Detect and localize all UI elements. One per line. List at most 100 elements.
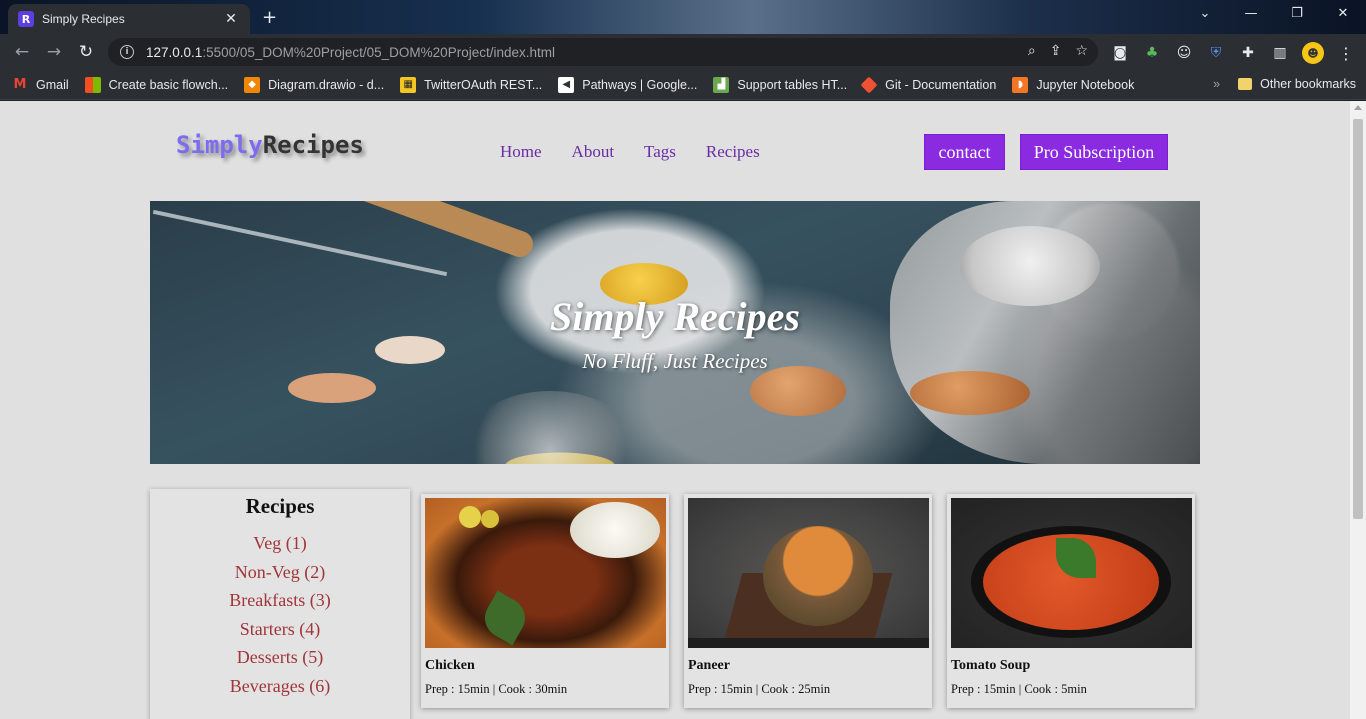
folder-icon [1238, 78, 1253, 90]
whisk-shape [152, 209, 448, 277]
restore-icon[interactable]: ❐ [1282, 6, 1312, 21]
recipe-name: Tomato Soup [951, 658, 1031, 673]
profile-avatar[interactable]: ☻ [1302, 42, 1324, 64]
new-tab-icon[interactable]: + [262, 7, 277, 28]
browser-tab[interactable]: R Simply Recipes ✕ [8, 4, 250, 34]
category-starters[interactable]: Starters (4) [150, 615, 410, 644]
close-tab-icon[interactable]: ✕ [222, 11, 240, 27]
microsoft-icon [84, 76, 101, 93]
caniuse-icon: ▟ [713, 76, 730, 93]
back-icon[interactable]: ← [6, 42, 38, 62]
hero-title: Simply Recipes [550, 294, 800, 339]
recipe-name: Chicken [425, 658, 475, 673]
recipe-card-tomato-soup[interactable]: Tomato Soup Prep : 15min | Cook : 5min [947, 494, 1195, 708]
egg-shape [910, 371, 1030, 415]
nav-tags[interactable]: Tags [644, 142, 676, 162]
scrollbar-thumb[interactable] [1353, 119, 1363, 519]
recipe-name: Paneer [688, 658, 730, 673]
bookmark-label: Diagram.drawio - d... [268, 77, 385, 92]
address-bar[interactable]: i 127.0.0.1 :5500/05_DOM%20Project/05_DO… [108, 38, 1098, 66]
bookmark-twitteroauth[interactable]: ▦ TwitterOAuth REST... [400, 76, 543, 93]
logo-part-simply: Simply [176, 131, 263, 159]
category-desserts[interactable]: Desserts (5) [150, 643, 410, 672]
nav-about[interactable]: About [572, 142, 615, 162]
face-extension-icon[interactable]: ☺ [1174, 43, 1194, 63]
side-panel-icon[interactable]: ▥ [1270, 43, 1290, 63]
category-veg[interactable]: Veg (1) [150, 529, 410, 558]
page-viewport: SimplyRecipes Home About Tags Recipes co… [0, 101, 1350, 719]
hero-banner: Simply Recipes No Fluff, Just Recipes [150, 201, 1200, 464]
recipe-categories-sidebar: Recipes Veg (1) Non-Veg (2) Breakfasts (… [150, 489, 410, 719]
close-window-icon[interactable]: ✕ [1328, 6, 1358, 21]
paneer-photo [688, 498, 929, 648]
bookmark-gmail[interactable]: M Gmail [12, 77, 69, 93]
bookmark-pathways[interactable]: ◀ Pathways | Google... [558, 76, 698, 93]
bookmark-support-tables[interactable]: ▟ Support tables HT... [713, 76, 848, 93]
category-beverages[interactable]: Beverages (6) [150, 672, 410, 701]
bookmarks-bar: M Gmail Create basic flowch... ◆ Diagram… [0, 70, 1366, 100]
scroll-up-icon[interactable] [1354, 105, 1362, 110]
bookmark-label: Jupyter Notebook [1036, 77, 1135, 92]
recipe-card-chicken[interactable]: Chicken Prep : 15min | Cook : 30min [421, 494, 669, 708]
site-logo[interactable]: SimplyRecipes [176, 131, 364, 159]
camera-extension-icon[interactable]: ◙ [1110, 43, 1130, 63]
tomato-soup-photo [951, 498, 1192, 648]
chicken-photo [425, 498, 666, 648]
egg-shell-shape [288, 373, 376, 403]
flour-bowl-shape [460, 391, 640, 464]
bookmark-create-flowchart[interactable]: Create basic flowch... [84, 76, 228, 93]
browser-toolbar: ← → ↻ i 127.0.0.1 :5500/05_DOM%20Project… [0, 34, 1366, 70]
bookmark-jupyter[interactable]: ◗ Jupyter Notebook [1012, 76, 1135, 93]
pro-subscription-button[interactable]: Pro Subscription [1020, 134, 1168, 170]
reload-icon[interactable]: ↻ [70, 42, 102, 62]
site-info-icon[interactable]: i [120, 45, 134, 59]
share-icon[interactable]: ⇪ [1050, 43, 1062, 59]
recipe-meta: Prep : 15min | Cook : 25min [688, 682, 831, 696]
url-host: 127.0.0.1 [146, 44, 203, 60]
page-scrollbar[interactable] [1350, 101, 1366, 719]
lime-shape [459, 506, 481, 528]
tab-search-chevron-icon[interactable]: ⌄ [1190, 6, 1220, 21]
bookmark-drawio[interactable]: ◆ Diagram.drawio - d... [244, 76, 385, 93]
zoom-icon[interactable]: ⌕ [1028, 43, 1036, 59]
gmail-icon: M [13, 76, 27, 92]
bookmark-label: Pathways | Google... [582, 77, 698, 92]
puzzle-extensions-icon[interactable]: ✚ [1238, 43, 1258, 63]
drawio-icon: ◆ [244, 76, 261, 93]
git-icon [860, 76, 878, 93]
jupyter-icon: ◗ [1012, 76, 1029, 93]
contact-button[interactable]: contact [924, 134, 1005, 170]
curry-leaf-shape [477, 590, 533, 646]
rice-shape [570, 502, 660, 558]
twitteroauth-icon: ▦ [400, 76, 417, 93]
shield-extension-icon[interactable]: ⛨ [1206, 43, 1226, 63]
category-breakfasts[interactable]: Breakfasts (3) [150, 586, 410, 615]
recipe-meta: Prep : 15min | Cook : 30min [425, 682, 568, 696]
recipe-card-paneer[interactable]: Paneer Prep : 15min | Cook : 25min [684, 494, 932, 708]
photo-credit-strip [688, 638, 929, 648]
tree-extension-icon[interactable]: ♣ [1142, 43, 1162, 63]
other-bookmarks[interactable]: Other bookmarks [1260, 77, 1356, 91]
nav-home[interactable]: Home [500, 142, 542, 162]
main-nav: Home About Tags Recipes [500, 142, 760, 162]
site-header: SimplyRecipes Home About Tags Recipes co… [0, 101, 1350, 201]
bookmark-label: Support tables HT... [737, 77, 848, 92]
minimize-icon[interactable]: — [1236, 6, 1266, 21]
recipe-meta: Prep : 15min | Cook : 5min [951, 682, 1087, 696]
bookmark-label: TwitterOAuth REST... [424, 77, 543, 92]
tab-strip: R Simply Recipes ✕ + ⌄ — ❐ ✕ [0, 0, 1366, 34]
browser-menu-icon[interactable]: ⋮ [1336, 43, 1356, 63]
clay-pot-shape [763, 526, 873, 626]
nav-recipes[interactable]: Recipes [706, 142, 760, 162]
wooden-spoon-shape [283, 201, 537, 261]
forward-icon[interactable]: → [38, 42, 70, 62]
recipes-favicon-icon: R [18, 11, 34, 27]
lime-shape [481, 510, 499, 528]
url-path: :5500/05_DOM%20Project/05_DOM%20Project/… [202, 44, 555, 60]
bookmark-git-docs[interactable]: Git - Documentation [860, 76, 996, 93]
tab-title: Simply Recipes [42, 12, 125, 26]
more-bookmarks-icon[interactable]: » [1213, 77, 1220, 91]
category-non-veg[interactable]: Non-Veg (2) [150, 558, 410, 587]
bookmark-star-icon[interactable]: ☆ [1075, 43, 1088, 59]
hero-subtitle: No Fluff, Just Recipes [582, 349, 768, 373]
